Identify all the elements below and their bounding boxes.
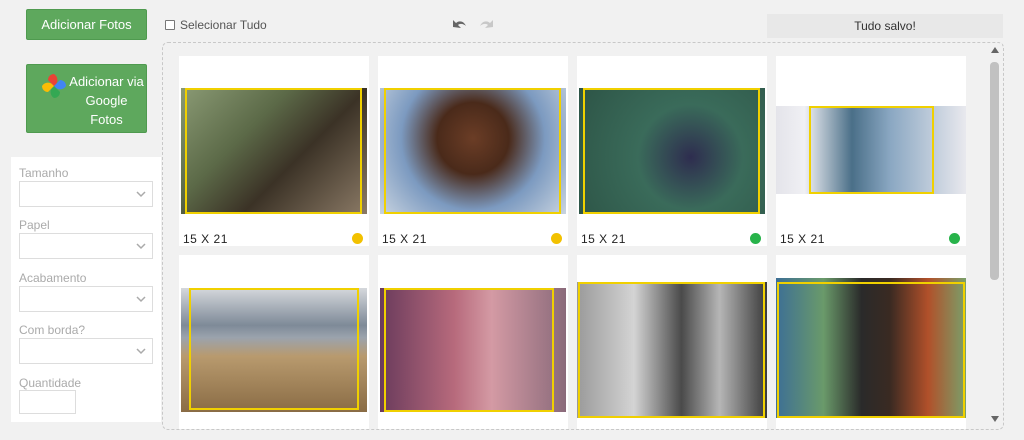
- undo-icon[interactable]: [449, 15, 469, 35]
- yellow-face-icon: [551, 233, 562, 244]
- photo-card[interactable]: [378, 255, 568, 429]
- photo-card[interactable]: 15 X 21: [378, 56, 568, 246]
- print-options-panel: Tamanho Papel Acabamento Com borda? Quan…: [11, 157, 161, 422]
- photo-size-label: 15 X 21: [581, 232, 626, 246]
- chevron-down-icon: [136, 348, 146, 355]
- crop-frame[interactable]: [777, 282, 965, 418]
- photo-card[interactable]: [179, 255, 369, 429]
- photo-card[interactable]: 15 X 21: [776, 56, 966, 246]
- crop-frame[interactable]: [384, 88, 561, 214]
- photo-card[interactable]: 15 X 21: [577, 56, 767, 246]
- crop-frame[interactable]: [578, 282, 765, 418]
- border-label: Com borda?: [19, 323, 86, 337]
- crop-frame[interactable]: [384, 288, 554, 412]
- google-photos-icon: [42, 74, 66, 98]
- finish-select[interactable]: [19, 286, 153, 312]
- chevron-down-icon: [136, 296, 146, 303]
- add-photos-label: Adicionar Fotos: [41, 17, 132, 32]
- finish-label: Acabamento: [19, 271, 87, 285]
- paper-label: Papel: [19, 218, 50, 232]
- scroll-up-arrow-icon[interactable]: [991, 47, 999, 53]
- select-all-label: Selecionar Tudo: [180, 18, 267, 32]
- google-photos-label: Adicionar via Google Fotos: [69, 74, 144, 127]
- green-face-icon: [949, 233, 960, 244]
- photo-size-label: 15 X 21: [183, 232, 228, 246]
- photo-size-label: 15 X 21: [780, 232, 825, 246]
- border-select[interactable]: [19, 338, 153, 364]
- crop-frame[interactable]: [185, 88, 362, 214]
- scrollbar-thumb[interactable]: [990, 62, 999, 280]
- photo-size-label: 15 X 21: [382, 232, 427, 246]
- chevron-down-icon: [136, 243, 146, 250]
- size-select[interactable]: [19, 181, 153, 207]
- chevron-down-icon: [136, 191, 146, 198]
- gallery-scrollbar[interactable]: [988, 44, 1002, 426]
- yellow-face-icon: [352, 233, 363, 244]
- paper-select[interactable]: [19, 233, 153, 259]
- crop-frame[interactable]: [583, 88, 760, 214]
- checkbox-box[interactable]: [165, 20, 175, 30]
- photo-card[interactable]: [776, 255, 966, 429]
- save-status: Tudo salvo!: [767, 14, 1003, 38]
- photo-card[interactable]: 15 X 21: [179, 56, 369, 246]
- select-all-checkbox[interactable]: Selecionar Tudo: [165, 18, 267, 32]
- size-label: Tamanho: [19, 166, 69, 180]
- redo-icon[interactable]: [477, 15, 497, 35]
- photo-gallery: 15 X 21 15 X 21 15 X 21 15 X 21: [162, 42, 1004, 430]
- crop-frame[interactable]: [809, 106, 934, 194]
- add-photos-button[interactable]: Adicionar Fotos: [26, 9, 147, 40]
- add-google-photos-button[interactable]: Adicionar via Google Fotos: [26, 64, 147, 133]
- quantity-label: Quantidade: [19, 376, 82, 390]
- photo-card[interactable]: [577, 255, 767, 429]
- crop-frame[interactable]: [189, 288, 359, 410]
- green-face-icon: [750, 233, 761, 244]
- scroll-down-arrow-icon[interactable]: [991, 416, 999, 422]
- quantity-input[interactable]: [19, 390, 76, 414]
